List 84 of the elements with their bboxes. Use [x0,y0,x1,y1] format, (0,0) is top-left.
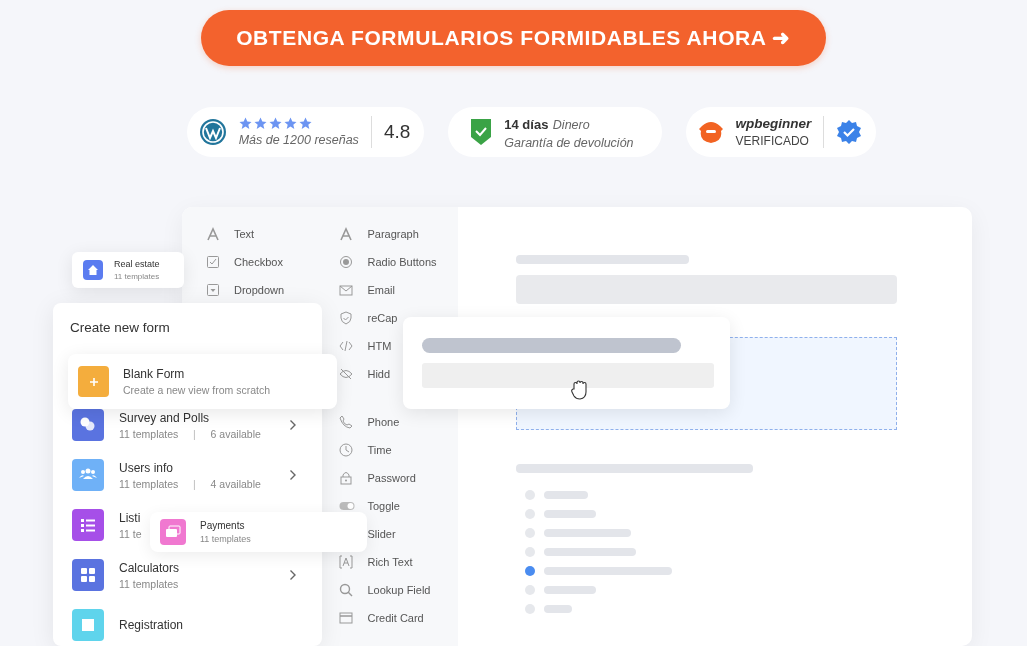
guarantee-title: 14 días Dinero [504,115,591,133]
category-meta: 11 templates | 4 available [119,477,261,490]
star-icon [298,117,312,130]
field-type-item[interactable]: Password [339,471,416,485]
hand-cursor-icon [570,380,588,400]
field-type-item[interactable]: Slider [367,527,396,541]
field-type-item[interactable]: Rich Text [339,555,413,569]
field-type-item[interactable]: Checkbox [206,255,283,269]
verified-caption: VERIFICADO [735,134,810,148]
panel-title: Create new form [70,320,170,335]
form-category[interactable]: Users info 11 templates | 4 available [72,459,312,491]
star-icon [238,117,252,130]
template-title: Real estate [114,259,160,269]
field-type-item[interactable]: Hidd [339,367,391,381]
form-category[interactable]: Listi 11 te [72,509,142,541]
template-count: 11 templates [114,272,160,281]
house-icon [87,264,99,276]
clock-icon [339,443,356,457]
placeholder-line [544,491,588,499]
card-title: Blank Form [123,367,186,381]
field-type-item[interactable]: Phone [339,415,400,429]
field-type-item[interactable]: Text [206,227,255,241]
radio-dot[interactable] [525,490,535,500]
star-icon [283,117,297,130]
dragged-field-card[interactable] [403,317,730,409]
wordpress-logo-icon [198,118,227,146]
category-title: Users info [119,460,175,475]
calculator-icon [78,565,98,585]
category-title: Registration [119,618,184,632]
checkbox-icon [206,255,222,269]
letter-a-icon [206,227,222,241]
chevron-right-icon [289,469,297,481]
form-category[interactable]: Survey and Polls 11 templates | 6 available [72,409,312,441]
field-type-item[interactable]: Toggle [339,499,400,513]
template-title: Payments [200,520,246,531]
chevron-right-icon [289,419,297,431]
form-category[interactable]: Calculators 11 templates [72,559,312,591]
card-subtitle: Create a new view from scratch [123,384,271,396]
placeholder-line [544,586,596,594]
category-title: Listi [119,510,142,525]
credit-card-icon [339,611,356,625]
category-meta: 11 te [119,527,142,540]
radio-dot[interactable] [525,585,535,595]
field-type-item[interactable]: Credit Card [339,611,424,625]
field-type-item[interactable]: Radio Buttons [339,255,437,269]
reviews-caption: Más de 1200 reseñas [238,133,359,147]
blank-form-card[interactable]: Blank Form Create a new view from scratch [68,354,337,409]
rating-score: 4.8 [383,121,411,143]
rich-text-icon [339,555,356,569]
star-icon [268,117,282,130]
field-type-item[interactable]: Lookup Field [339,583,431,597]
star-icon [253,117,267,130]
template-card[interactable]: Real estate 11 templates [72,252,184,288]
verified-badge-icon [836,119,863,145]
shield-check-icon [470,118,493,146]
category-title: Survey and Polls [119,410,211,425]
template-count: 11 templates [200,534,251,544]
radio-dot[interactable] [525,604,535,614]
placeholder-line [544,605,572,613]
field-type-item[interactable]: Paragraph [339,227,419,241]
plus-icon [88,376,99,387]
field-type-item[interactable]: Dropdown [206,283,285,297]
field-type-item[interactable]: Time [339,443,392,457]
dropdown-icon [206,283,222,297]
form-category[interactable]: Registration [72,609,184,641]
template-card[interactable]: Payments 11 templates [150,512,367,552]
brand-name: wpbeginner [735,116,812,131]
category-meta: 11 templates [119,577,180,590]
field-type-item[interactable]: Email [339,283,395,297]
category-title: Calculators [119,560,180,575]
category-meta: 11 templates | 6 available [119,427,261,440]
toggle-icon [339,499,356,513]
guarantee-caption: Garantía de devolución [504,135,634,150]
field-type-item[interactable]: HTM [339,339,392,353]
envelope-icon [339,283,356,297]
field-type-item[interactable]: reCap [339,311,398,325]
radio-dot[interactable] [525,547,535,557]
cards-icon [165,525,181,539]
chevron-right-icon [289,569,297,581]
wpbeginner-logo-icon [697,120,724,144]
radio-dot[interactable] [525,566,535,576]
radio-dot[interactable] [525,528,535,538]
placeholder-line [544,510,596,518]
radio-dot[interactable] [525,509,535,519]
